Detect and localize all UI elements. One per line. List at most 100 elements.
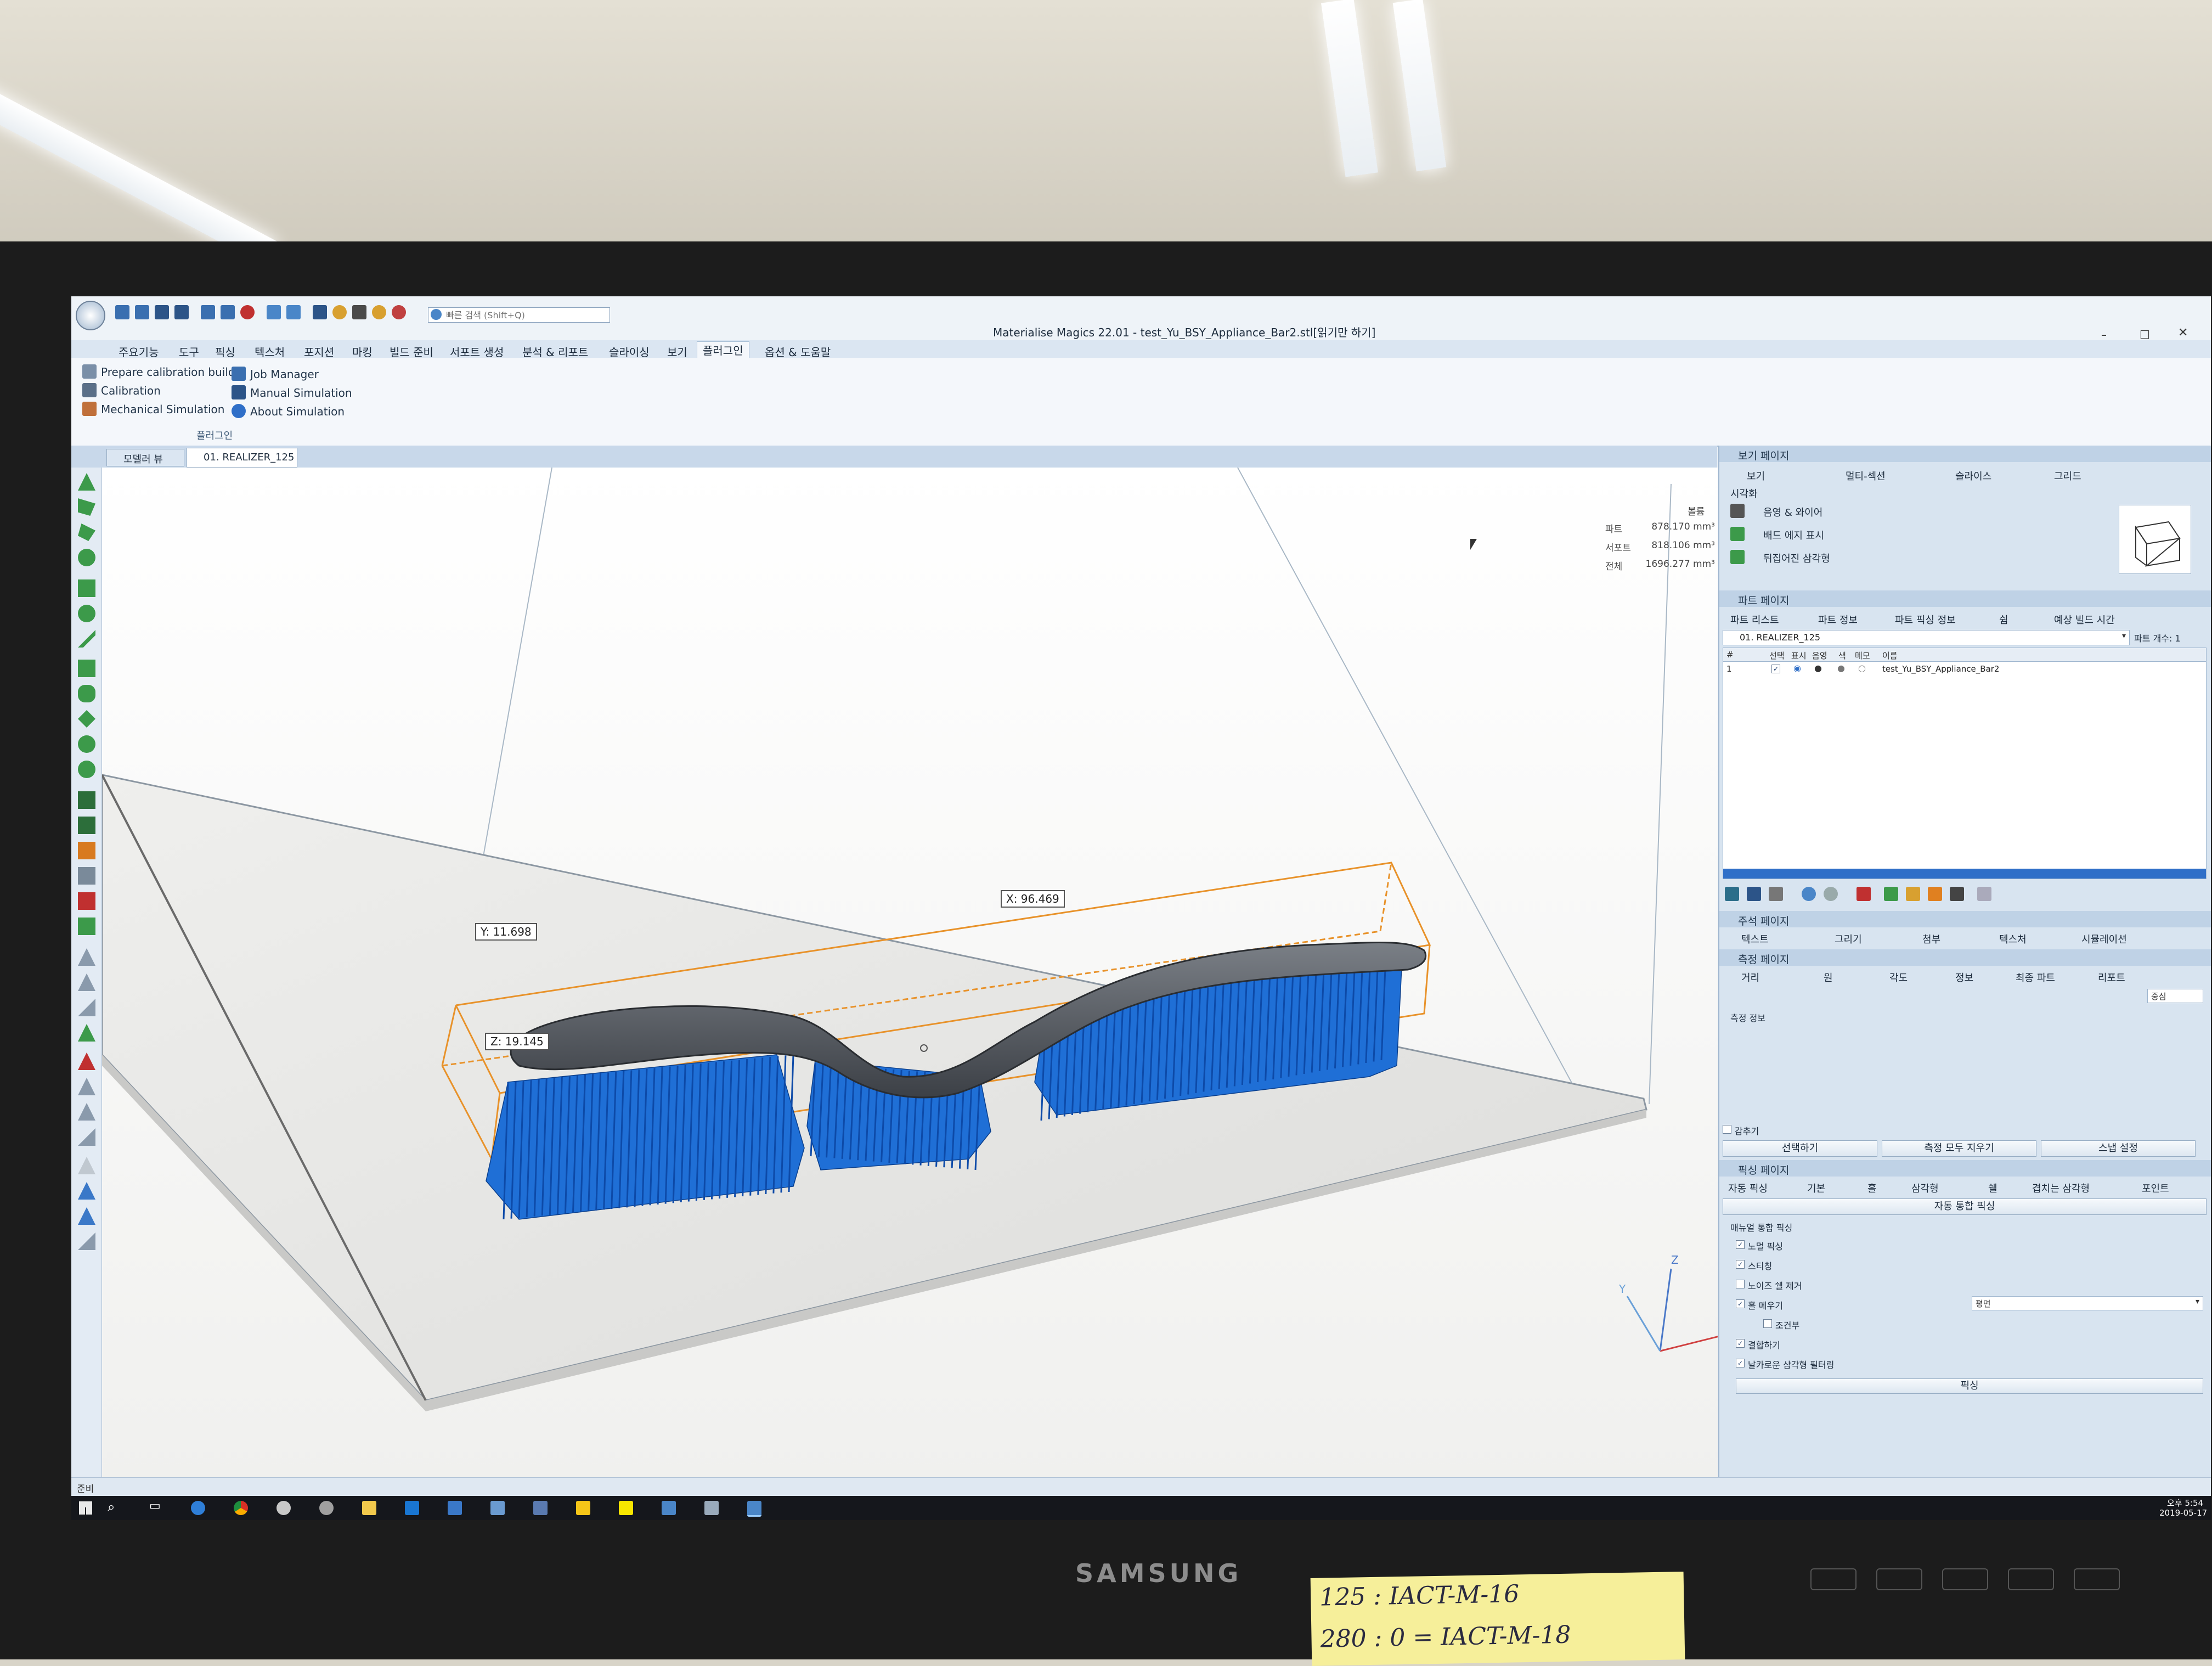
tab-final-part[interactable]: 최종 파트 (2016, 970, 2055, 984)
tab-texture[interactable]: 텍스처 (1999, 932, 2027, 946)
tool-icon-26[interactable] (78, 1128, 95, 1146)
tab-realizer-125[interactable]: 01. REALIZER_125 (187, 448, 297, 468)
file-explorer-icon[interactable] (362, 1501, 376, 1515)
tool-icon-21[interactable] (78, 999, 95, 1016)
magics-app-icon[interactable] (662, 1501, 676, 1515)
new-icon[interactable] (115, 305, 129, 319)
tab-build-time[interactable]: 예상 빌드 시간 (2054, 612, 2115, 627)
ribbon-btn-calibration[interactable]: Calibration (82, 382, 225, 398)
delete-icon[interactable] (240, 305, 255, 319)
memo-icon[interactable]: ○ (1858, 663, 1866, 673)
menu-marking[interactable]: 마킹 (352, 344, 373, 359)
tab-circle[interactable]: 원 (1824, 970, 1833, 984)
tool-icon-14[interactable] (78, 817, 95, 834)
tool-icon-29[interactable] (78, 1207, 95, 1225)
tool-icon-4[interactable] (78, 549, 95, 566)
menu-support[interactable]: 서포트 생성 (450, 344, 504, 359)
view-item-bad-edges[interactable]: 배드 에지 표시 (1730, 525, 2005, 543)
save-icon[interactable] (155, 305, 169, 319)
tool-icon-20[interactable] (78, 973, 95, 991)
tool-icon-7[interactable] (78, 630, 95, 648)
tool-icon-25[interactable] (78, 1103, 95, 1121)
eye-icon[interactable]: ◉ (1793, 663, 1801, 673)
tab-grid[interactable]: 그리드 (2054, 469, 2081, 483)
tool-icon-10[interactable] (78, 710, 95, 728)
ribbon-btn-job-manager[interactable]: Job Manager (232, 365, 352, 382)
tool-icon-11[interactable] (78, 735, 95, 753)
menu-slicing[interactable]: 슬라이싱 (609, 344, 650, 359)
export-icon[interactable] (221, 305, 235, 319)
tool-icon-15[interactable] (78, 842, 95, 859)
measure-page-header[interactable]: 측정 페이지 (1719, 949, 2211, 966)
tool-icon-23[interactable] (78, 1052, 95, 1070)
kakaotalk-icon[interactable] (619, 1501, 633, 1515)
monitor-buttons[interactable] (1810, 1564, 2162, 1591)
part-tool-8-icon[interactable] (1906, 887, 1920, 901)
fix-option-merge[interactable]: ✓ 결합하기 (1736, 1337, 1900, 1350)
annotation-page-header[interactable]: 주석 페이지 (1719, 911, 2211, 927)
view-page-header[interactable]: 보기 페이지 (1719, 446, 2211, 462)
part-tool-2-icon[interactable] (1747, 887, 1761, 901)
ribbon-btn-manual-simulation[interactable]: Manual Simulation (232, 384, 352, 401)
minimize-button[interactable]: – (2101, 328, 2107, 341)
3d-viewport[interactable]: X: 96.469 Y: 11.698 Z: 19.145 Z X Y 볼륨 파… (102, 468, 1718, 1499)
task-view-icon[interactable]: ▭ (149, 1499, 161, 1513)
ribbon-btn-about-simulation[interactable]: About Simulation (232, 403, 352, 419)
quick-search-input[interactable] (445, 308, 606, 322)
part-tool-9-icon[interactable] (1928, 887, 1942, 901)
part-tool-3-icon[interactable] (1769, 887, 1783, 901)
save-all-icon[interactable] (174, 305, 189, 319)
sticky-notes-icon[interactable] (576, 1501, 590, 1515)
part-list-scrollbar[interactable] (1723, 869, 2206, 879)
tool-icon-17[interactable] (78, 892, 95, 910)
zoom-fit-icon[interactable] (352, 305, 366, 319)
tool-icon-1[interactable] (78, 473, 95, 491)
fix-option-conditional[interactable]: 조건부 (1763, 1317, 1928, 1331)
part-tool-10-icon[interactable] (1950, 887, 1964, 901)
app-icon-4[interactable] (319, 1501, 334, 1515)
view-cube[interactable] (2119, 505, 2191, 574)
tab-auto-fix[interactable]: 자동 픽싱 (1728, 1181, 1768, 1195)
ribbon-btn-mechanical-simulation[interactable]: Mechanical Simulation (82, 401, 225, 417)
app-icon-3[interactable] (276, 1501, 291, 1515)
tab-simulation[interactable]: 시뮬레이션 (2081, 932, 2127, 946)
part-page-header[interactable]: 파트 페이지 (1719, 590, 2211, 607)
measure-clear-all-button[interactable]: 측정 모두 지우기 (1882, 1140, 2036, 1157)
part-tool-5-icon[interactable] (1824, 887, 1838, 901)
tab-multi-section[interactable]: 멀티-섹션 (1846, 469, 1886, 483)
tool-icon-13[interactable] (78, 791, 95, 809)
windows-start-icon[interactable] (79, 1501, 92, 1515)
tab-report[interactable]: 리포트 (2098, 970, 2125, 984)
chrome-icon[interactable] (234, 1501, 248, 1515)
tab-part-info[interactable]: 파트 정보 (1818, 612, 1858, 627)
tool-icon-18[interactable] (78, 918, 95, 935)
tab-shell[interactable]: 쉼 (1999, 612, 2008, 627)
edge-browser-icon[interactable] (191, 1501, 205, 1515)
menu-main[interactable]: 주요기능 (119, 344, 159, 359)
fill-holes-checkbox[interactable]: ✓ (1736, 1299, 1745, 1308)
zoom-window-icon[interactable] (392, 305, 406, 319)
tool-icon-6[interactable] (78, 605, 95, 622)
tool-icon-12[interactable] (78, 761, 95, 778)
maximize-button[interactable]: □ (2140, 327, 2150, 340)
tab-draw[interactable]: 그리기 (1835, 932, 1862, 946)
auto-integrated-fix-button[interactable]: 자동 통합 픽싱 (1723, 1198, 2207, 1215)
menu-position[interactable]: 포지션 (304, 344, 334, 359)
part-tool-1-icon[interactable] (1725, 887, 1739, 901)
import-icon[interactable] (201, 305, 215, 319)
tool-icon-27[interactable] (78, 1157, 95, 1174)
tab-part-list[interactable]: 파트 리스트 (1730, 612, 1779, 627)
fix-button[interactable]: 픽싱 (1736, 1378, 2203, 1394)
close-button[interactable]: ✕ (2178, 326, 2188, 340)
stitching-checkbox[interactable]: ✓ (1736, 1260, 1745, 1269)
noise-shell-checkbox[interactable] (1736, 1280, 1745, 1288)
tab-basic[interactable]: 기본 (1807, 1181, 1825, 1195)
part-tool-4-icon[interactable] (1802, 887, 1816, 901)
ribbon-btn-prepare-calibration[interactable]: Prepare calibration build (82, 363, 235, 380)
conditional-checkbox[interactable] (1763, 1319, 1772, 1328)
app-icon-7[interactable] (448, 1501, 462, 1515)
part-tool-6-icon[interactable] (1857, 887, 1871, 901)
menu-view[interactable]: 보기 (667, 344, 687, 359)
open-icon[interactable] (135, 305, 149, 319)
merge-checkbox[interactable]: ✓ (1736, 1339, 1745, 1348)
